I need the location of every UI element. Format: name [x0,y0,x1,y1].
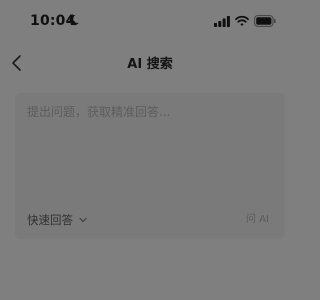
nav-bar: AI 搜索 [0,42,300,84]
signal-icon [214,16,230,27]
battery-icon [254,15,276,27]
moon-icon [69,15,79,26]
answer-mode-label: 快速回答 [27,213,73,227]
search-input[interactable] [27,103,273,193]
status-bar: 10:04 [0,0,300,42]
page-title: AI 搜索 [127,57,173,72]
screen: 10:04 AI 搜索 快速回 [0,0,300,300]
wifi-icon [235,15,249,26]
answer-mode-select[interactable]: 快速回答 [27,211,88,229]
search-card: 快速回答 问 AI [15,93,285,239]
chevron-down-icon [79,217,87,223]
ask-ai-button[interactable]: 问 AI [240,210,275,230]
